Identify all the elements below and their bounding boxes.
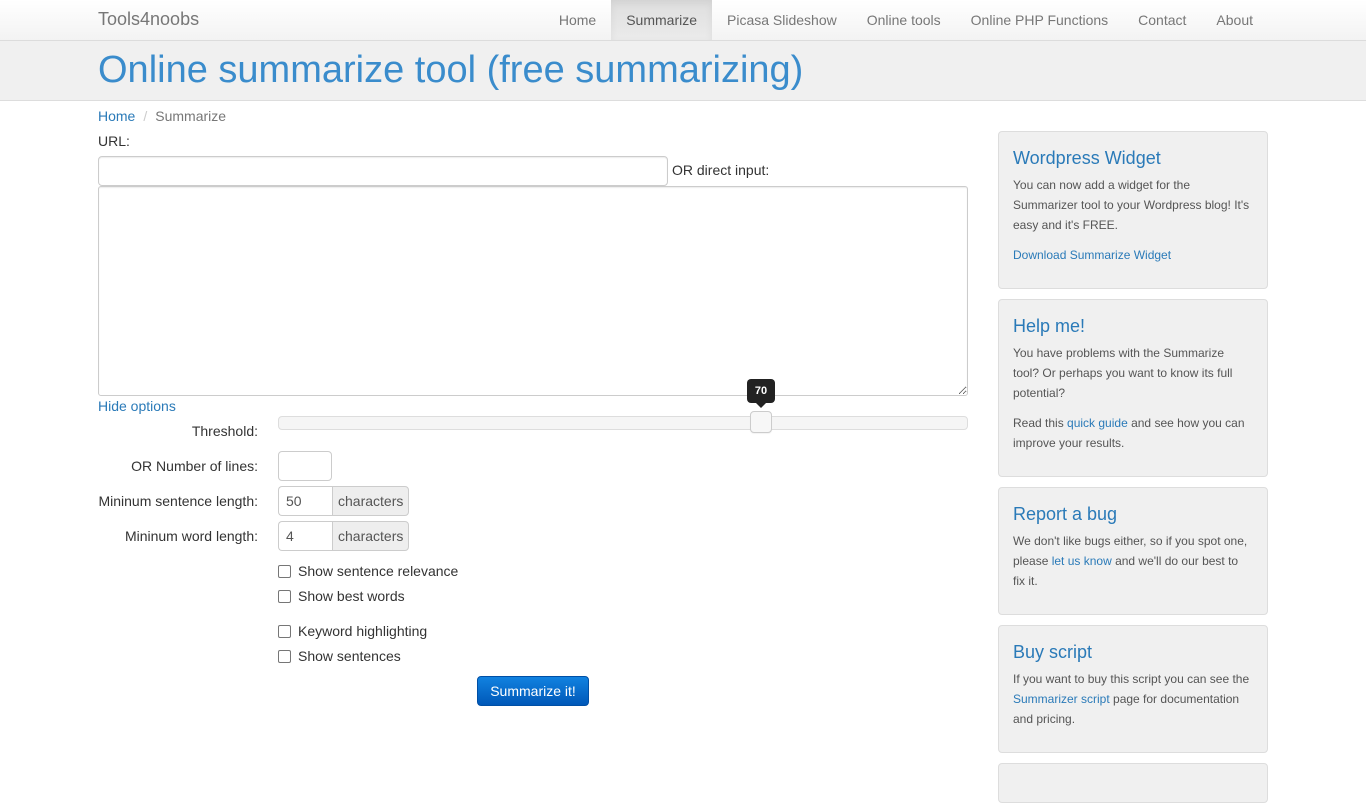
nav-item-contact[interactable]: Contact	[1123, 0, 1201, 40]
buy-script-panel: Buy script If you want to buy this scrip…	[998, 625, 1268, 753]
main-nav: Home Summarize Picasa Slideshow Online t…	[544, 0, 1268, 40]
min-word-length-label: Mininum word length:	[124, 528, 258, 544]
show-best-words-option[interactable]: Show best words	[278, 587, 405, 605]
nav-item-online-php-functions[interactable]: Online PHP Functions	[956, 0, 1123, 40]
help-panel: Help me! You have problems with the Summ…	[998, 299, 1268, 477]
help-title: Help me!	[1013, 316, 1086, 336]
buy-script-text: If you want to buy this script you can s…	[1013, 669, 1253, 729]
url-input[interactable]	[98, 156, 668, 186]
quick-guide-link[interactable]: quick guide	[1067, 416, 1128, 430]
let-us-know-link[interactable]: let us know	[1052, 554, 1112, 568]
number-of-lines-input[interactable]	[278, 451, 332, 481]
threshold-tooltip: 70	[747, 379, 775, 408]
min-word-length-unit: characters	[332, 521, 410, 551]
brand-logo[interactable]: Tools4noobs	[98, 9, 199, 30]
min-word-length-input[interactable]: 4	[278, 521, 332, 551]
wordpress-widget-title: Wordpress Widget	[1013, 148, 1161, 168]
direct-input-textarea[interactable]	[98, 186, 968, 396]
nav-item-summarize[interactable]: Summarize	[611, 0, 712, 40]
keyword-highlighting-checkbox[interactable]	[278, 624, 291, 638]
number-of-lines-label: OR Number of lines:	[131, 458, 258, 474]
threshold-slider-track[interactable]	[278, 416, 968, 430]
show-sentences-checkbox[interactable]	[278, 649, 291, 663]
hide-options-link[interactable]: Hide options	[98, 397, 176, 415]
report-bug-panel: Report a bug We don't like bugs either, …	[998, 487, 1268, 615]
breadcrumb-separator: /	[143, 108, 148, 124]
show-sentence-relevance-label: Show sentence relevance	[298, 563, 459, 579]
min-sentence-length-label: Mininum sentence length:	[98, 493, 258, 509]
show-sentence-relevance-option[interactable]: Show sentence relevance	[278, 562, 458, 580]
nav-item-home[interactable]: Home	[544, 0, 611, 40]
help-guide-text: Read this quick guide and see how you ca…	[1013, 413, 1253, 453]
wordpress-widget-text: You can now add a widget for the Summari…	[1013, 178, 1250, 232]
nav-item-online-tools[interactable]: Online tools	[852, 0, 956, 40]
nav-item-about[interactable]: About	[1201, 0, 1268, 40]
summarizer-script-link[interactable]: Summarizer script	[1013, 692, 1110, 706]
wordpress-widget-panel: Wordpress Widget You can now add a widge…	[998, 131, 1268, 289]
threshold-label: Threshold:	[191, 423, 258, 439]
nav-item-picasa-slideshow[interactable]: Picasa Slideshow	[712, 0, 852, 40]
min-sentence-length-group: 50 characters	[278, 486, 410, 516]
download-widget-link[interactable]: Download Summarize Widget	[1013, 248, 1171, 262]
navbar: Tools4noobs Home Summarize Picasa Slides…	[0, 0, 1366, 41]
page-title: Online summarize tool (free summarizing)	[98, 49, 804, 91]
report-bug-text: We don't like bugs either, so if you spo…	[1013, 531, 1253, 591]
show-best-words-checkbox[interactable]	[278, 589, 291, 603]
breadcrumb-current: Summarize	[155, 108, 227, 124]
help-text: You have problems with the Summarize too…	[1013, 346, 1233, 400]
report-bug-title: Report a bug	[1013, 504, 1118, 524]
page-header: Online summarize tool (free summarizing)	[0, 41, 1366, 101]
breadcrumb-home[interactable]: Home	[98, 108, 135, 124]
show-best-words-label: Show best words	[298, 588, 405, 604]
summarize-button[interactable]: Summarize it!	[477, 676, 589, 706]
keyword-highlighting-label: Keyword highlighting	[298, 623, 428, 639]
url-label: URL:	[98, 133, 130, 149]
buy-script-prefix: If you want to buy this script you can s…	[1013, 672, 1250, 686]
show-sentence-relevance-checkbox[interactable]	[278, 564, 291, 578]
show-sentences-label: Show sentences	[298, 648, 401, 664]
min-sentence-length-unit: characters	[332, 486, 410, 516]
min-word-length-group: 4 characters	[278, 521, 410, 551]
direct-input-label: OR direct input:	[672, 162, 770, 178]
buy-script-title: Buy script	[1013, 642, 1093, 662]
help-guide-prefix: Read this	[1013, 416, 1068, 430]
breadcrumb: Home / Summarize	[98, 107, 226, 125]
threshold-slider-handle[interactable]	[750, 411, 772, 433]
next-panel	[998, 763, 1268, 803]
keyword-highlighting-option[interactable]: Keyword highlighting	[278, 622, 427, 640]
min-sentence-length-input[interactable]: 50	[278, 486, 332, 516]
show-sentences-option[interactable]: Show sentences	[278, 647, 401, 665]
